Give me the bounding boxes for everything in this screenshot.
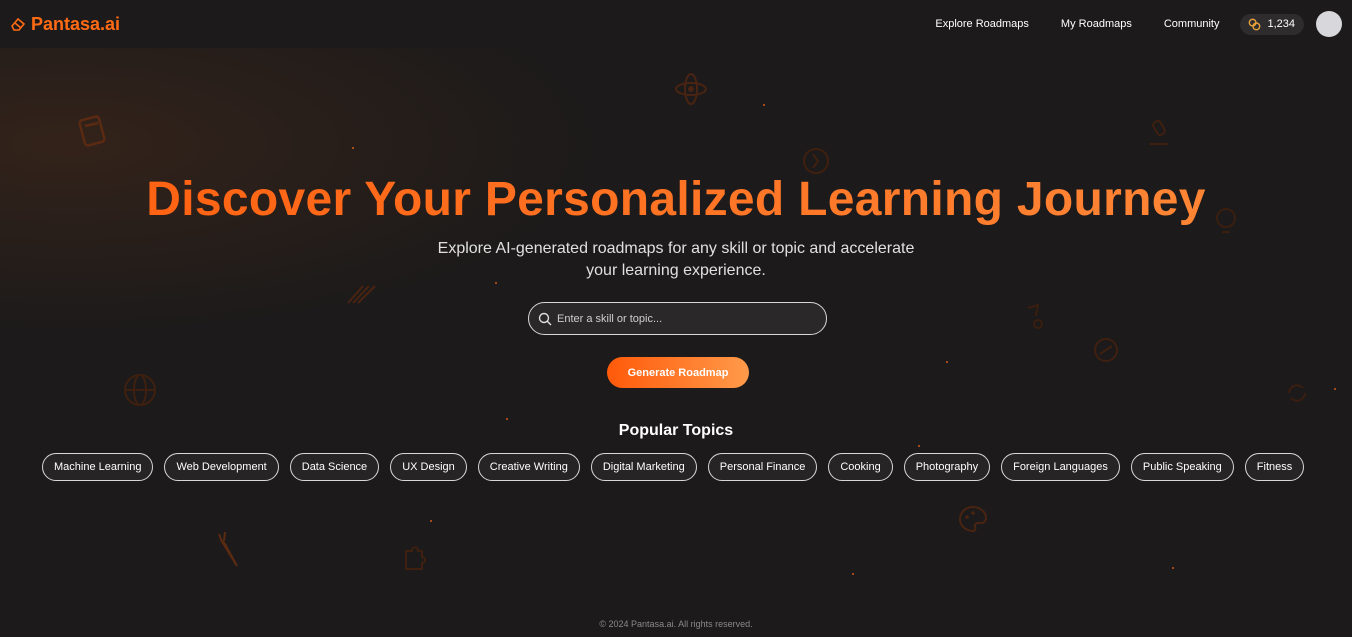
credits-badge[interactable]: 1,234	[1240, 13, 1304, 35]
topic-chip-fitness[interactable]: Fitness	[1244, 453, 1305, 481]
top-nav-bar: Pantasa.ai Explore Roadmaps My Roadmaps …	[0, 0, 1352, 48]
nav-explore-roadmaps[interactable]: Explore Roadmaps	[935, 18, 1029, 30]
microscope-icon	[1144, 118, 1174, 148]
coins-icon	[1249, 18, 1261, 30]
main-nav: Explore Roadmaps My Roadmaps Community 1…	[935, 11, 1342, 37]
atom-icon	[673, 71, 709, 107]
footer-copyright: © 2024 Pantasa.ai. All rights reserved.	[599, 619, 753, 629]
topic-chip-machine-learning[interactable]: Machine Learning	[42, 453, 154, 481]
carrot-icon	[213, 530, 243, 570]
topic-chip-digital-marketing[interactable]: Digital Marketing	[590, 453, 697, 481]
nav-my-roadmaps[interactable]: My Roadmaps	[1061, 18, 1132, 30]
topic-chip-creative-writing[interactable]: Creative Writing	[477, 453, 580, 481]
search-icon	[538, 312, 552, 325]
hero-subtitle: Explore AI-generated roadmaps for any sk…	[437, 240, 915, 279]
topic-chip-cooking[interactable]: Cooking	[828, 453, 893, 481]
popular-topics-heading: Popular Topics	[618, 422, 734, 439]
topic-chip-list: Machine Learning Web Development Data Sc…	[42, 453, 1305, 481]
globe-icon	[122, 372, 158, 408]
target-icon	[1092, 336, 1120, 364]
credits-count: 1,234	[1267, 18, 1295, 30]
topic-chip-ux-design[interactable]: UX Design	[390, 453, 467, 481]
puzzle-icon	[400, 543, 428, 575]
generate-roadmap-button[interactable]: Generate Roadmap	[607, 357, 749, 388]
search-input[interactable]	[557, 312, 817, 325]
brand-logo[interactable]: Pantasa.ai	[10, 14, 120, 35]
pen-icon	[343, 278, 379, 308]
topic-chip-personal-finance[interactable]: Personal Finance	[707, 453, 818, 481]
topic-chip-foreign-languages[interactable]: Foreign Languages	[1001, 453, 1120, 481]
topic-chip-public-speaking[interactable]: Public Speaking	[1130, 453, 1234, 481]
music-icon	[1024, 302, 1050, 332]
refresh-icon	[1284, 380, 1310, 406]
topic-chip-photography[interactable]: Photography	[903, 453, 991, 481]
palette-icon	[957, 504, 989, 534]
page-title: Discover Your Personalized Learning Jour…	[0, 172, 1352, 227]
topic-chip-web-development[interactable]: Web Development	[164, 453, 279, 481]
brand-name: Pantasa.ai	[31, 13, 121, 34]
topic-chip-data-science[interactable]: Data Science	[289, 453, 380, 481]
nav-community[interactable]: Community	[1164, 18, 1220, 30]
search-box[interactable]	[528, 302, 827, 335]
book-icon	[76, 114, 110, 148]
avatar[interactable]	[1316, 11, 1342, 37]
eraser-icon	[11, 17, 26, 31]
